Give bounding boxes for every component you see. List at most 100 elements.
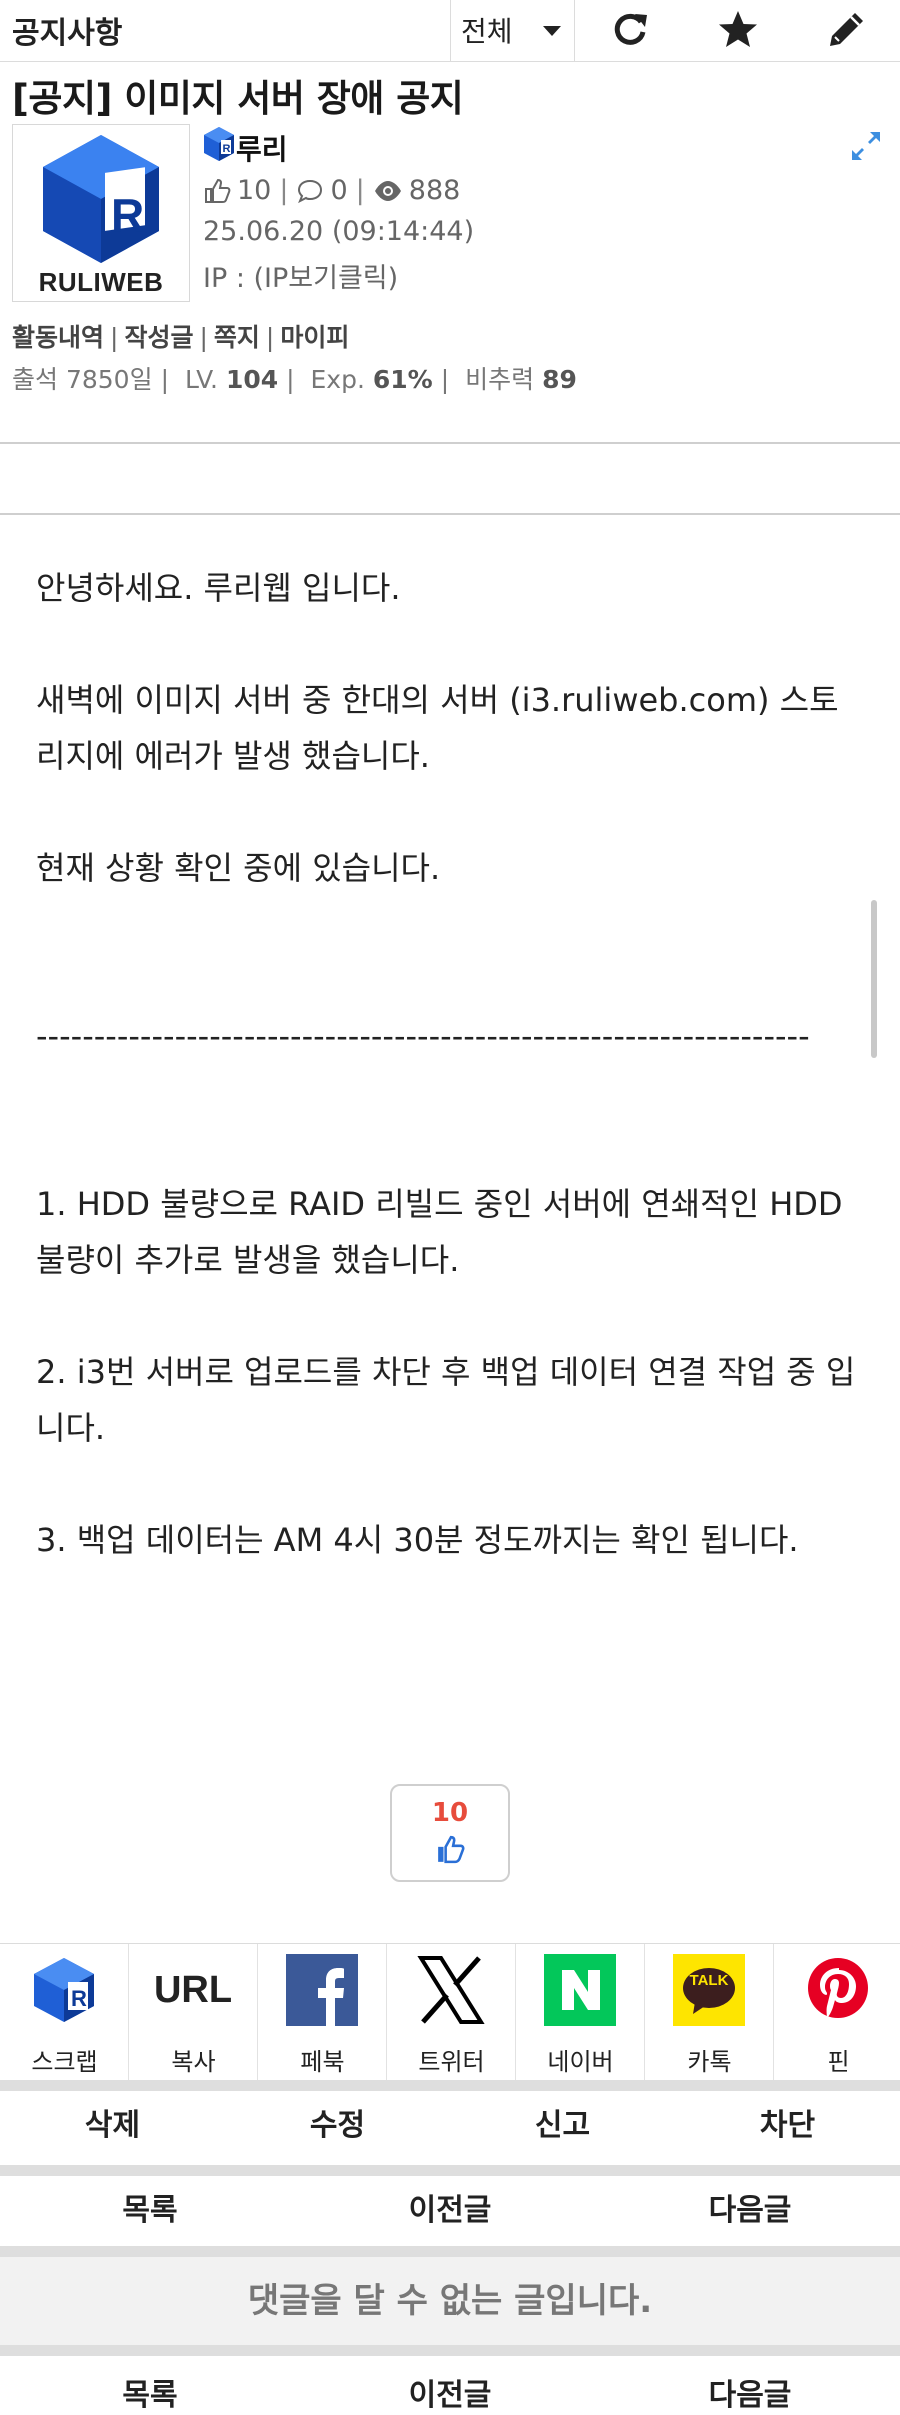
category-select[interactable]: 전체 [450, 0, 575, 62]
comment-icon [298, 179, 323, 203]
divider [0, 2246, 900, 2257]
share-label: 페북 [300, 2048, 345, 2076]
exp-label: Exp. [310, 365, 365, 394]
post-nav-bottom: 목록 이전글 다음글 [0, 2356, 900, 2415]
scrollbar[interactable] [871, 900, 877, 1058]
share-label: 복사 [171, 2048, 216, 2076]
share-label: 핀 [827, 2048, 850, 2076]
link-mypi[interactable]: 마이피 [280, 323, 349, 352]
star-icon[interactable] [716, 8, 760, 52]
share-facebook[interactable]: 페북 [258, 1944, 387, 2081]
post-actions: 삭제 수정 신고 차단 [0, 2091, 900, 2161]
svg-text:R: R [71, 1986, 87, 2011]
list-button[interactable]: 목록 [0, 2356, 300, 2415]
divider [0, 442, 900, 444]
post-date: 25.06.20 (09:14:44) [203, 216, 475, 247]
kakaotalk-icon [673, 1954, 745, 2026]
divider [0, 2345, 900, 2356]
share-label: 카톡 [687, 2048, 732, 2076]
thumbs-up-icon [438, 1835, 465, 1864]
link-posts[interactable]: 작성글 [124, 323, 193, 352]
level-label: LV. [184, 365, 218, 394]
expand-icon[interactable] [850, 130, 882, 166]
list-button[interactable]: 목록 [0, 2176, 300, 2246]
ip-link[interactable]: IP : (IP보기클릭) [203, 256, 398, 295]
user-levels: 출석 7850일 | LV. 104 | Exp. 61% | 비추력 89 [12, 360, 577, 396]
profile-links: 활동내역 | 작성글 | 쪽지 | 마이피 [12, 318, 349, 354]
user-level-icon: R [203, 126, 235, 166]
kakaotalk-icon-text: TALK [689, 1972, 729, 1989]
share-scrap[interactable]: R 스크랩 [0, 1944, 129, 2081]
view-count: 888 [408, 175, 461, 206]
body-line: ----------------------------------------… [36, 1017, 810, 1055]
avatar[interactable]: R RULIWEB [12, 124, 190, 302]
body-line [36, 1288, 866, 1344]
refresh-icon[interactable] [608, 8, 652, 52]
body-line: 안녕하세요. 루리웹 입니다. [36, 569, 401, 607]
divider: | [110, 323, 119, 352]
x-icon [417, 1956, 485, 2024]
eye-icon [374, 180, 401, 201]
link-activity[interactable]: 활동내역 [12, 323, 104, 352]
author-nickname[interactable]: 루리 [236, 128, 288, 168]
downvote-power-label: 비추력 [465, 365, 535, 394]
body-line: 현재 상황 확인 중에 있습니다. [36, 849, 441, 887]
svg-text:R: R [111, 189, 144, 241]
edit-button[interactable]: 수정 [225, 2091, 450, 2161]
prev-post-button[interactable]: 이전글 [300, 2356, 600, 2415]
facebook-icon [286, 1954, 358, 2026]
no-comment-notice: 댓글을 달 수 없는 글입니다. [0, 2257, 900, 2345]
report-button[interactable]: 신고 [450, 2091, 675, 2161]
category-select-value: 전체 [461, 15, 513, 48]
pencil-icon[interactable] [824, 8, 868, 52]
next-post-button[interactable]: 다음글 [600, 2176, 900, 2246]
share-pinterest[interactable]: 핀 [774, 1944, 900, 2081]
share-naver[interactable]: 네이버 [516, 1944, 645, 2081]
divider: | [355, 175, 365, 206]
divider [0, 2165, 900, 2176]
body-line [36, 952, 866, 1008]
level-value: 104 [225, 365, 279, 394]
divider: | [265, 323, 275, 352]
body-line [36, 784, 866, 840]
comment-count: 0 [330, 175, 348, 206]
exp-value: 61% [372, 365, 433, 394]
thumbs-up-icon [205, 178, 231, 203]
body-line: 1. HDD 불량으로 RAID 리빌드 중인 서버에 연쇄적인 HDD 불량이… [36, 1185, 843, 1279]
url-copy-icon: URL [153, 1968, 233, 2011]
avatar-logo-text: RULIWEB [38, 267, 164, 297]
next-post-button[interactable]: 다음글 [600, 2356, 900, 2415]
divider: | [286, 365, 295, 394]
share-url-copy[interactable]: URL 복사 [129, 1944, 258, 2081]
share-twitter[interactable]: 트위터 [387, 1944, 516, 2081]
delete-button[interactable]: 삭제 [0, 2091, 225, 2161]
top-bar: 공지사항 전체 [0, 0, 900, 62]
body-line [36, 1120, 866, 1176]
share-kakaotalk[interactable]: TALK 카톡 [645, 1944, 774, 2081]
block-button[interactable]: 차단 [675, 2091, 900, 2161]
divider: | [440, 365, 450, 394]
body-line [36, 1456, 866, 1512]
post-body: 안녕하세요. 루리웹 입니다. 새벽에 이미지 서버 중 한대의 서버 (i3.… [36, 560, 866, 1568]
naver-icon [544, 1954, 616, 2026]
recommend-button[interactable]: 10 [390, 1784, 510, 1882]
recommend-count: 10 [431, 1798, 469, 1828]
divider [0, 2080, 900, 2091]
share-label: 트위터 [418, 2048, 485, 2076]
divider: | [279, 175, 289, 206]
body-line: 새벽에 이미지 서버 중 한대의 서버 (i3.ruliweb.com) 스토리… [36, 681, 839, 775]
divider [0, 513, 900, 515]
chevron-down-icon [543, 26, 561, 36]
downvote-power-value: 89 [542, 365, 577, 394]
link-message[interactable]: 쪽지 [214, 323, 260, 352]
body-line [36, 616, 866, 672]
attendance: 출석 7850일 [12, 365, 153, 394]
post-nav-top: 목록 이전글 다음글 [0, 2176, 900, 2246]
board-name[interactable]: 공지사항 [12, 8, 122, 52]
body-line [36, 896, 866, 952]
share-label: 네이버 [547, 2048, 614, 2076]
prev-post-button[interactable]: 이전글 [300, 2176, 600, 2246]
share-label: 스크랩 [31, 2048, 98, 2076]
post-title: [공지] 이미지 서버 장애 공지 [12, 77, 464, 120]
ruliweb-scrap-icon: R [34, 1958, 94, 2022]
